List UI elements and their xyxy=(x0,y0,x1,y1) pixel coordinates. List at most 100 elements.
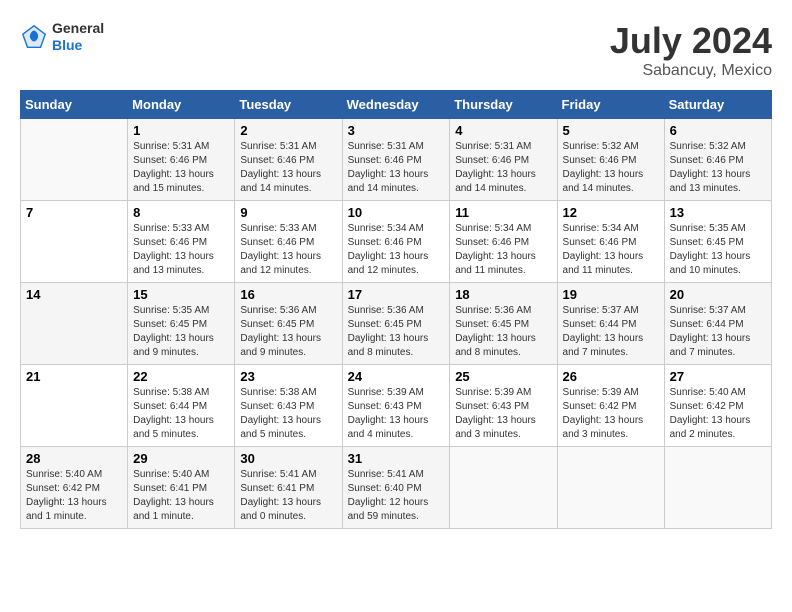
day-info: Sunrise: 5:34 AM Sunset: 6:46 PM Dayligh… xyxy=(348,222,445,278)
header-saturday: Saturday xyxy=(664,91,771,119)
day-number: 2 xyxy=(240,123,336,138)
day-number: 25 xyxy=(455,369,551,384)
calendar-cell: 1 Sunrise: 5:31 AM Sunset: 6:46 PM Daylig… xyxy=(128,119,235,201)
calendar-cell: 4Sunrise: 5:31 AM Sunset: 6:46 PM Daylig… xyxy=(450,119,557,201)
day-number: 1 xyxy=(133,123,229,138)
calendar-cell xyxy=(557,447,664,529)
day-info: Sunrise: 5:31 AM Sunset: 6:46 PM Dayligh… xyxy=(240,140,336,196)
calendar-cell: 16 Sunrise: 5:36 AM Sunset: 6:45 PM Dayli… xyxy=(235,283,342,365)
day-number: 13 xyxy=(670,205,766,220)
header-thursday: Thursday xyxy=(450,91,557,119)
day-number: 27 xyxy=(670,369,766,384)
day-number: 3 xyxy=(348,123,445,138)
calendar-cell: 9 Sunrise: 5:33 AM Sunset: 6:46 PM Daylig… xyxy=(235,201,342,283)
day-info: Sunrise: 5:38 AM Sunset: 6:44 PM Dayligh… xyxy=(133,386,229,442)
day-number: 15 xyxy=(133,287,229,302)
header-friday: Friday xyxy=(557,91,664,119)
calendar-cell: 31 Sunrise: 5:41 AM Sunset: 6:40 PM Dayli… xyxy=(342,447,450,529)
header-sunday: Sunday xyxy=(21,91,128,119)
calendar-cell: 20Sunrise: 5:37 AM Sunset: 6:44 PM Dayli… xyxy=(664,283,771,365)
day-info: Sunrise: 5:33 AM Sunset: 6:46 PM Dayligh… xyxy=(240,222,336,278)
day-number: 12 xyxy=(563,205,659,220)
day-info: Sunrise: 5:37 AM Sunset: 6:44 PM Dayligh… xyxy=(563,304,659,360)
week-row-3: 1415Sunrise: 5:35 AM Sunset: 6:45 PM Day… xyxy=(21,283,772,365)
day-number: 21 xyxy=(26,369,122,384)
calendar-cell xyxy=(450,447,557,529)
location-title: Sabancuy, Mexico xyxy=(610,62,772,80)
day-info: Sunrise: 5:36 AM Sunset: 6:45 PM Dayligh… xyxy=(348,304,445,360)
week-row-1: 1 Sunrise: 5:31 AM Sunset: 6:46 PM Daylig… xyxy=(21,119,772,201)
calendar-cell: 21 xyxy=(21,365,128,447)
day-number: 17 xyxy=(348,287,445,302)
calendar-cell: 18 Sunrise: 5:36 AM Sunset: 6:45 PM Dayli… xyxy=(450,283,557,365)
day-number: 5 xyxy=(563,123,659,138)
day-info: Sunrise: 5:39 AM Sunset: 6:43 PM Dayligh… xyxy=(348,386,445,442)
week-row-4: 21 22 Sunrise: 5:38 AM Sunset: 6:44 PM Day… xyxy=(21,365,772,447)
calendar-cell: 30 Sunrise: 5:41 AM Sunset: 6:41 PM Dayli… xyxy=(235,447,342,529)
day-number: 20 xyxy=(670,287,766,302)
day-info: Sunrise: 5:35 AM Sunset: 6:45 PM Dayligh… xyxy=(670,222,766,278)
calendar-cell: 5 Sunrise: 5:32 AM Sunset: 6:46 PM Daylig… xyxy=(557,119,664,201)
day-info: Sunrise: 5:34 AM Sunset: 6:46 PM Dayligh… xyxy=(455,222,551,278)
header-row: SundayMondayTuesdayWednesdayThursdayFrid… xyxy=(21,91,772,119)
calendar-cell: 19 Sunrise: 5:37 AM Sunset: 6:44 PM Dayli… xyxy=(557,283,664,365)
day-number: 29 xyxy=(133,451,229,466)
calendar-cell: 15Sunrise: 5:35 AM Sunset: 6:45 PM Dayli… xyxy=(128,283,235,365)
day-info: Sunrise: 5:32 AM Sunset: 6:46 PM Dayligh… xyxy=(563,140,659,196)
calendar-cell: 22 Sunrise: 5:38 AM Sunset: 6:44 PM Dayli… xyxy=(128,365,235,447)
calendar-cell: 27 Sunrise: 5:40 AM Sunset: 6:42 PM Dayli… xyxy=(664,365,771,447)
header-wednesday: Wednesday xyxy=(342,91,450,119)
calendar-cell: 11 Sunrise: 5:34 AM Sunset: 6:46 PM Dayli… xyxy=(450,201,557,283)
day-info: Sunrise: 5:31 AM Sunset: 6:46 PM Dayligh… xyxy=(348,140,445,196)
logo-general: General xyxy=(52,20,104,37)
day-info: Sunrise: 5:40 AM Sunset: 6:41 PM Dayligh… xyxy=(133,468,229,524)
day-info: Sunrise: 5:40 AM Sunset: 6:42 PM Dayligh… xyxy=(670,386,766,442)
logo-blue: Blue xyxy=(52,37,104,54)
week-row-5: 28 Sunrise: 5:40 AM Sunset: 6:42 PM Dayli… xyxy=(21,447,772,529)
calendar-cell: 17 Sunrise: 5:36 AM Sunset: 6:45 PM Dayli… xyxy=(342,283,450,365)
day-number: 31 xyxy=(348,451,445,466)
day-number: 30 xyxy=(240,451,336,466)
day-info: Sunrise: 5:32 AM Sunset: 6:46 PM Dayligh… xyxy=(670,140,766,196)
day-info: Sunrise: 5:31 AM Sunset: 6:46 PM Dayligh… xyxy=(455,140,551,196)
day-number: 22 xyxy=(133,369,229,384)
day-info: Sunrise: 5:36 AM Sunset: 6:45 PM Dayligh… xyxy=(240,304,336,360)
page-header: General Blue July 2024 Sabancuy, Mexico xyxy=(20,20,772,80)
day-info: Sunrise: 5:40 AM Sunset: 6:42 PM Dayligh… xyxy=(26,468,122,524)
header-tuesday: Tuesday xyxy=(235,91,342,119)
day-info: Sunrise: 5:39 AM Sunset: 6:43 PM Dayligh… xyxy=(455,386,551,442)
calendar-cell: 28 Sunrise: 5:40 AM Sunset: 6:42 PM Dayli… xyxy=(21,447,128,529)
calendar-cell: 3 Sunrise: 5:31 AM Sunset: 6:46 PM Daylig… xyxy=(342,119,450,201)
calendar-cell xyxy=(21,119,128,201)
calendar-cell: 7 xyxy=(21,201,128,283)
logo: General Blue xyxy=(20,20,104,54)
calendar-table: SundayMondayTuesdayWednesdayThursdayFrid… xyxy=(20,90,772,529)
day-info: Sunrise: 5:41 AM Sunset: 6:41 PM Dayligh… xyxy=(240,468,336,524)
day-number: 10 xyxy=(348,205,445,220)
day-number: 11 xyxy=(455,205,551,220)
calendar-cell: 10 Sunrise: 5:34 AM Sunset: 6:46 PM Dayli… xyxy=(342,201,450,283)
day-number: 19 xyxy=(563,287,659,302)
day-number: 28 xyxy=(26,451,122,466)
calendar-cell: 6 Sunrise: 5:32 AM Sunset: 6:46 PM Daylig… xyxy=(664,119,771,201)
day-info: Sunrise: 5:36 AM Sunset: 6:45 PM Dayligh… xyxy=(455,304,551,360)
calendar-cell: 29 Sunrise: 5:40 AM Sunset: 6:41 PM Dayli… xyxy=(128,447,235,529)
day-number: 16 xyxy=(240,287,336,302)
day-number: 23 xyxy=(240,369,336,384)
day-number: 6 xyxy=(670,123,766,138)
calendar-cell: 25 Sunrise: 5:39 AM Sunset: 6:43 PM Dayli… xyxy=(450,365,557,447)
calendar-cell xyxy=(664,447,771,529)
header-monday: Monday xyxy=(128,91,235,119)
calendar-cell: 26Sunrise: 5:39 AM Sunset: 6:42 PM Dayli… xyxy=(557,365,664,447)
day-info: Sunrise: 5:33 AM Sunset: 6:46 PM Dayligh… xyxy=(133,222,229,278)
day-info: Sunrise: 5:38 AM Sunset: 6:43 PM Dayligh… xyxy=(240,386,336,442)
day-info: Sunrise: 5:41 AM Sunset: 6:40 PM Dayligh… xyxy=(348,468,445,524)
month-title: July 2024 xyxy=(610,20,772,62)
calendar-cell: 8Sunrise: 5:33 AM Sunset: 6:46 PM Daylig… xyxy=(128,201,235,283)
day-number: 18 xyxy=(455,287,551,302)
day-number: 7 xyxy=(26,205,122,220)
day-number: 26 xyxy=(563,369,659,384)
day-info: Sunrise: 5:31 AM Sunset: 6:46 PM Dayligh… xyxy=(133,140,229,196)
logo-icon xyxy=(20,23,48,51)
day-number: 9 xyxy=(240,205,336,220)
